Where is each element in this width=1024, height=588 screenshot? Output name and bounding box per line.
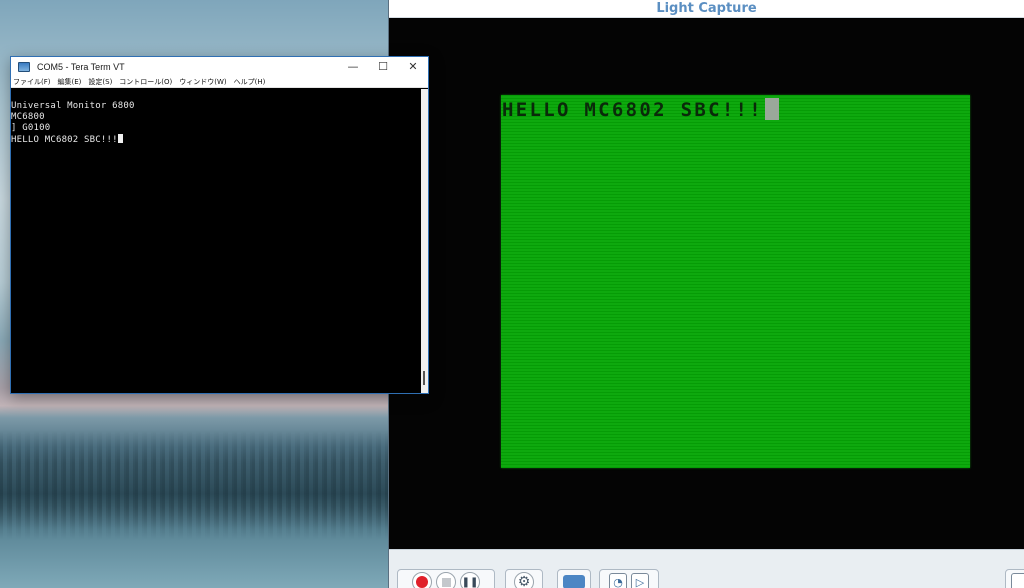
minimize-button[interactable]: —	[338, 57, 368, 76]
record-icon[interactable]	[412, 572, 432, 588]
terminal-cursor	[117, 134, 123, 143]
capture-button[interactable]	[557, 569, 591, 588]
stop-icon[interactable]	[436, 572, 456, 588]
capture-icon	[563, 575, 585, 588]
crt-text-line: HELLO MC6802 SBC!!!	[502, 99, 764, 121]
terminal-output[interactable]: Universal Monitor 6800 MC6800 ] G0100 HE…	[11, 89, 421, 393]
terminal-line: Universal Monitor 6800	[11, 101, 135, 111]
menu-control[interactable]: コントロール(O)	[119, 77, 172, 87]
settings-icon: ⚙	[514, 572, 534, 588]
terminal-line: MC6800	[11, 112, 45, 122]
menu-window[interactable]: ウィンドウ(W)	[179, 77, 226, 87]
terminal-line-text: HELLO MC6802 SBC!!!	[11, 135, 118, 145]
snapshot-icon[interactable]: ◔	[609, 573, 627, 588]
terminal-line-last: HELLO MC6802 SBC!!!	[11, 134, 421, 146]
recording-controls: ❚❚	[397, 569, 495, 588]
close-button[interactable]: ✕	[398, 57, 428, 76]
tera-term-menubar: ファイル(F) 編集(E) 設定(S) コントロール(O) ウィンドウ(W) ヘ…	[11, 76, 428, 88]
fullscreen-icon	[1011, 573, 1024, 588]
capture-video-area[interactable]: HELLO MC6802 SBC!!!	[389, 19, 1024, 549]
tera-term-titlebar[interactable]: COM5 - Tera Term VT — ☐ ✕	[11, 57, 428, 76]
settings-button[interactable]: ⚙	[505, 569, 543, 588]
light-capture-title: Light Capture	[656, 1, 757, 16]
terminal-scrollbar[interactable]	[421, 89, 428, 393]
menu-edit[interactable]: 編集(E)	[58, 77, 82, 87]
play-icon[interactable]: ▷	[631, 573, 649, 588]
light-capture-window: Light Capture HELLO MC6802 SBC!!! ❚❚ ⚙ ◔…	[388, 0, 1024, 588]
tera-term-app-icon	[18, 61, 30, 72]
menu-setup[interactable]: 設定(S)	[88, 77, 112, 87]
pause-icon[interactable]: ❚❚	[460, 572, 480, 588]
menu-help[interactable]: ヘルプ(H)	[234, 77, 266, 87]
crt-screen: HELLO MC6802 SBC!!!	[501, 95, 970, 468]
maximize-button[interactable]: ☐	[368, 57, 398, 76]
terminal-line: ] G0100	[11, 123, 51, 133]
light-capture-titlebar[interactable]: Light Capture	[389, 0, 1024, 18]
tera-term-window: COM5 - Tera Term VT — ☐ ✕ ファイル(F) 編集(E) …	[10, 56, 429, 394]
tera-term-title: COM5 - Tera Term VT	[37, 61, 125, 72]
media-buttons: ◔ ▷	[599, 569, 659, 588]
menu-file[interactable]: ファイル(F)	[13, 77, 51, 87]
crt-screen-text: HELLO MC6802 SBC!!!	[502, 98, 780, 121]
crt-cursor	[765, 98, 780, 120]
fullscreen-button[interactable]	[1005, 569, 1024, 588]
light-capture-toolbar: ❚❚ ⚙ ◔ ▷	[389, 549, 1024, 588]
scrollbar-thumb[interactable]	[423, 371, 425, 385]
